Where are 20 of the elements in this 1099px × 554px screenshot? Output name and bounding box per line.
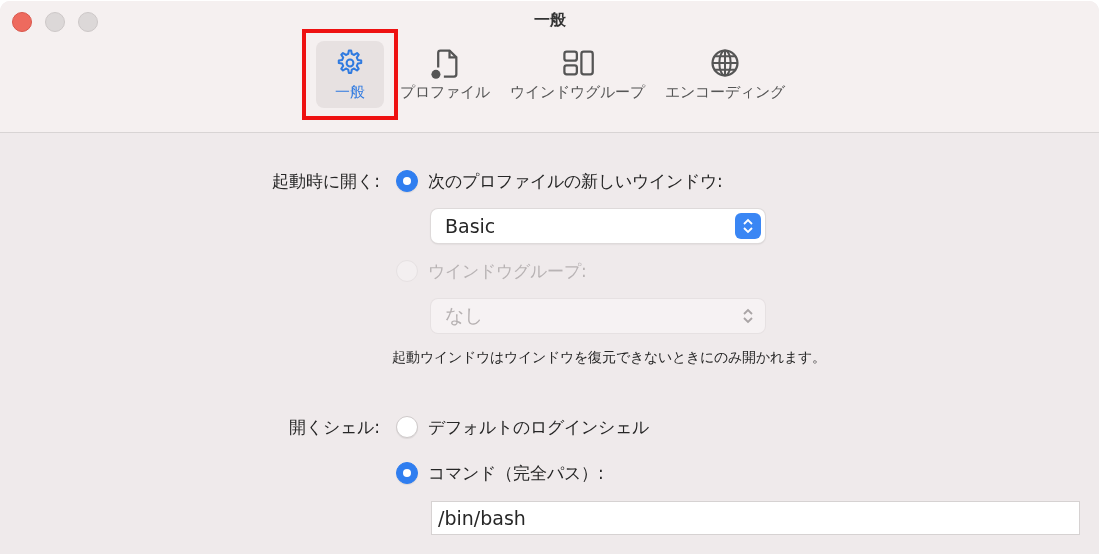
option-label: デフォルトのログインシェル [428,415,649,439]
toolbar-tab[interactable]: エンコーディング [655,41,795,108]
minimize-button[interactable] [45,12,65,32]
chevron-icon [735,213,761,239]
hint-text: 起動ウインドウはウインドウを復元できないときにのみ開かれます。 [391,349,827,367]
option-label: コマンド（完全パス）: [428,461,604,485]
profile-dropdown[interactable]: Basic [431,209,765,243]
window-title: 一般 [533,9,566,31]
zoom-button[interactable] [78,12,98,32]
option-label: 次のプロファイルの新しいウインドウ: [428,169,723,193]
toolbar-tab[interactable]: ウインドウグループ [500,41,655,108]
radio-button[interactable] [396,462,418,484]
radio-button[interactable] [396,416,418,438]
toolbar-tab[interactable]: プロファイル [390,41,500,108]
close-button[interactable] [12,12,32,32]
command-field[interactable]: /bin/bash [431,501,1080,535]
field-label: 開くシェル: [288,416,380,439]
radio-button[interactable] [396,170,418,192]
globe-icon [708,47,742,79]
field-label: 起動時に開く: [271,170,380,193]
